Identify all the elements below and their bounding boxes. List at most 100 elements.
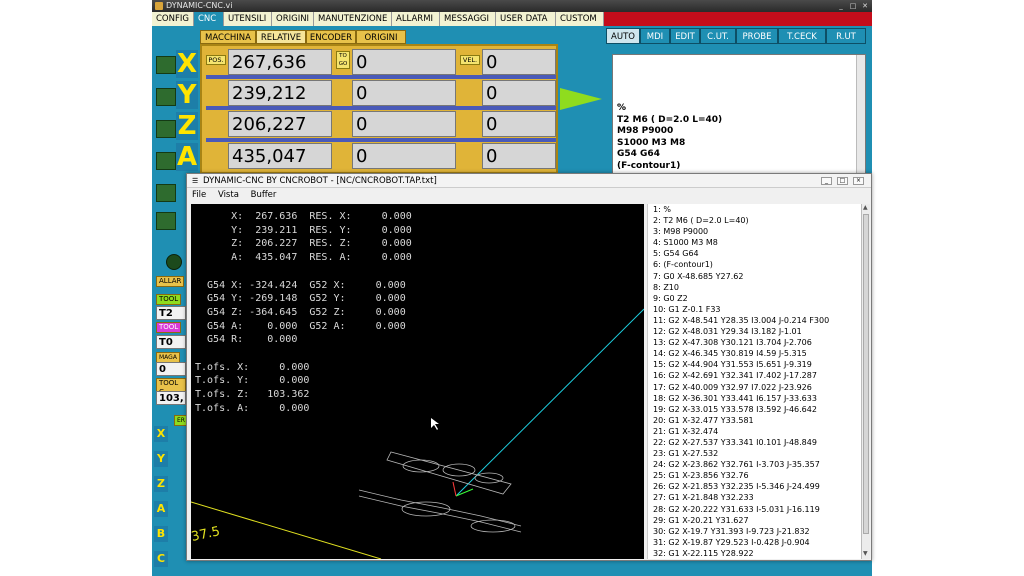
- gcode-line[interactable]: 5: G54 G64: [648, 248, 861, 259]
- vel-value-a: 0: [482, 143, 556, 169]
- tab-probe[interactable]: PROBE: [736, 28, 778, 44]
- readout-line: G54 A: 0.000 G52 A: 0.000: [195, 320, 406, 332]
- readout-line: T.ofs. X: 0.000: [195, 361, 310, 373]
- top-menu-bar: CONFIG CNC UTENSILI ORIGINI MANUTENZIONE…: [152, 12, 872, 26]
- gcode-line[interactable]: 6: (F-contour1): [648, 259, 861, 270]
- gcode-scrollbar[interactable]: ▲ ▼: [861, 204, 870, 559]
- small-axis-b[interactable]: B: [154, 526, 168, 542]
- tab-edit[interactable]: EDIT: [670, 28, 700, 44]
- gcode-line[interactable]: 28: G2 X-20.222 Y31.633 I-5.031 J-16.119: [648, 504, 861, 515]
- axis-label-z[interactable]: Z: [176, 112, 198, 140]
- tab-rut[interactable]: R.UT: [826, 28, 866, 44]
- auto-scrollbar[interactable]: [856, 55, 865, 175]
- tool2-value: T0: [156, 335, 186, 349]
- position-panel: POS. 267,636 TO GO 0 VEL. 0 239,212 0 0 …: [200, 44, 558, 174]
- axis-label-x[interactable]: X: [176, 50, 198, 78]
- gcode-list[interactable]: 1: % 2: T2 M6 ( D=2.0 L=40) 3: M98 P9000 4:…: [647, 204, 861, 559]
- gcode-line[interactable]: 3: M98 P9000: [648, 226, 861, 237]
- gcode-line[interactable]: 24: G2 X-23.862 Y32.761 I-3.703 J-35.357: [648, 459, 861, 470]
- gcode-line[interactable]: 22: G2 X-27.537 Y33.341 I0.101 J-48.849: [648, 437, 861, 448]
- tab-encoder[interactable]: ENCODER: [306, 30, 356, 44]
- menu-vista[interactable]: Vista: [213, 188, 243, 202]
- readout-line: T.ofs. Y: 0.000: [195, 375, 310, 387]
- close-icon[interactable]: ×: [853, 177, 864, 185]
- toolpath-canvas[interactable]: 37.5 X: 267.636 RES. X: 0.000 Y: 239.211…: [191, 204, 644, 559]
- gcode-line[interactable]: 31: G2 X-19.87 Y29.523 I-0.428 J-0.904: [648, 537, 861, 548]
- axis-indicator: [452, 481, 457, 497]
- gcode-line[interactable]: 9: G0 Z2: [648, 293, 861, 304]
- menu-config[interactable]: CONFIG: [152, 12, 194, 26]
- gcode-line[interactable]: 13: G2 X-47.308 Y30.121 I3.704 J-2.706: [648, 337, 861, 348]
- menu-user-data[interactable]: USER DATA: [496, 12, 556, 26]
- coordinate-readout: X: 267.636 RES. X: 0.000 Y: 239.211 RES.…: [195, 210, 412, 416]
- menu-file[interactable]: File: [187, 188, 210, 202]
- small-axis-y[interactable]: Y: [154, 451, 168, 467]
- small-axis-x[interactable]: X: [154, 426, 168, 442]
- auto-program-view[interactable]: % T2 M6 ( D=2.0 L=40) M98 P9000 S1000 M3…: [612, 54, 866, 176]
- menu-messaggi[interactable]: MESSAGGI: [440, 12, 496, 26]
- axis-label-a[interactable]: A: [176, 143, 198, 171]
- minimize-icon[interactable]: _: [836, 2, 846, 10]
- gcode-line[interactable]: 17: G2 X-40.009 Y32.97 I7.022 J-23.926: [648, 382, 861, 393]
- tool2-label: TOOL: [156, 322, 182, 333]
- axis-label-y[interactable]: Y: [176, 81, 198, 109]
- close-icon[interactable]: ✕: [860, 2, 870, 10]
- readout-line: Z: 206.227 RES. Z: 0.000: [195, 238, 412, 250]
- menu-manutenzione[interactable]: MANUTENZIONE: [314, 12, 392, 26]
- small-axis-z[interactable]: Z: [154, 476, 168, 492]
- tab-relative[interactable]: RELATIVE: [256, 30, 306, 44]
- engraved-text-outline: [358, 451, 522, 533]
- menu-buffer[interactable]: Buffer: [246, 188, 281, 202]
- tab-mdi[interactable]: MDI: [640, 28, 670, 44]
- minimize-icon[interactable]: _: [821, 177, 832, 185]
- tab-cut[interactable]: C.UT.: [700, 28, 736, 44]
- scroll-up-icon[interactable]: ▲: [863, 204, 868, 212]
- scroll-thumb[interactable]: [863, 214, 869, 534]
- tool-comp-value: 103,: [156, 391, 186, 405]
- gcode-line[interactable]: 29: G1 X-20.21 Y31.627: [648, 515, 861, 526]
- readout-line: T.ofs. A: 0.000: [195, 402, 310, 414]
- readout-line: [195, 265, 412, 279]
- gcode-line[interactable]: 18: G2 X-36.301 Y33.441 I6.157 J-33.633: [648, 393, 861, 404]
- gcode-line[interactable]: 7: G0 X-48.685 Y27.62: [648, 271, 861, 282]
- gcode-line[interactable]: 14: G2 X-46.345 Y30.819 I4.59 J-5.315: [648, 348, 861, 359]
- gcode-line[interactable]: 11: G2 X-48.541 Y28.35 I3.004 J-0.214 F3…: [648, 315, 861, 326]
- gcode-line[interactable]: 16: G2 X-42.691 Y32.341 I7.402 J-17.287: [648, 370, 861, 381]
- gcode-line[interactable]: 12: G2 X-48.031 Y29.34 I3.182 J-1.01: [648, 326, 861, 337]
- gcode-line[interactable]: 19: G2 X-33.015 Y33.578 I3.592 J-46.642: [648, 404, 861, 415]
- menu-origini[interactable]: ORIGINI: [272, 12, 314, 26]
- gcode-line[interactable]: 30: G2 X-19.7 Y31.393 I-9.723 J-21.832: [648, 526, 861, 537]
- togo-value-x: 0: [352, 49, 456, 75]
- small-axis-c[interactable]: C: [154, 551, 168, 567]
- gcode-line[interactable]: 21: G1 X-32.474: [648, 426, 861, 437]
- gcode-line[interactable]: 26: G2 X-21.853 Y32.235 I-5.346 J-24.499: [648, 481, 861, 492]
- readout-line: Y: 239.211 RES. Y: 0.000: [195, 224, 412, 236]
- menu-allarmi[interactable]: ALLARMI: [392, 12, 440, 26]
- gcode-line[interactable]: 1: %: [648, 204, 861, 215]
- gcode-line[interactable]: 4: S1000 M3 M8: [648, 237, 861, 248]
- gcode-line[interactable]: 32: G1 X-22.115 Y28.922: [648, 548, 861, 559]
- gcode-line[interactable]: 2: T2 M6 ( D=2.0 L=40): [648, 215, 861, 226]
- mouse-cursor-icon: [431, 418, 439, 430]
- small-axis-a[interactable]: A: [154, 501, 168, 517]
- gcode-line[interactable]: 10: G1 Z-0.1 F33: [648, 304, 861, 315]
- gcode-line[interactable]: 27: G1 X-21.848 Y32.233: [648, 492, 861, 503]
- readout-line: [195, 347, 412, 361]
- maximize-icon[interactable]: □: [848, 2, 858, 10]
- scroll-down-icon[interactable]: ▼: [863, 550, 868, 558]
- gcode-line[interactable]: 8: Z10: [648, 282, 861, 293]
- menu-cnc[interactable]: CNC: [194, 12, 224, 26]
- gcode-line[interactable]: 25: G1 X-23.856 Y32.76: [648, 470, 861, 481]
- menu-custom[interactable]: CUSTOM: [556, 12, 604, 26]
- gcode-line[interactable]: 23: G1 X-27.532: [648, 448, 861, 459]
- gcode-line[interactable]: 15: G2 X-44.904 Y31.553 I5.651 J-9.319: [648, 359, 861, 370]
- maximize-icon[interactable]: □: [837, 177, 848, 185]
- tab-macchina[interactable]: MACCHINA: [200, 30, 256, 44]
- window-menu-icon[interactable]: ☰: [192, 177, 198, 185]
- gcode-line[interactable]: 20: G1 X-32.477 Y33.581: [648, 415, 861, 426]
- tab-origini[interactable]: ORIGINI: [356, 30, 406, 44]
- tab-auto[interactable]: AUTO: [606, 28, 640, 44]
- menu-utensili[interactable]: UTENSILI: [224, 12, 272, 26]
- pos-value-y: 239,212: [228, 80, 332, 106]
- tab-tceck[interactable]: T.CECK: [778, 28, 826, 44]
